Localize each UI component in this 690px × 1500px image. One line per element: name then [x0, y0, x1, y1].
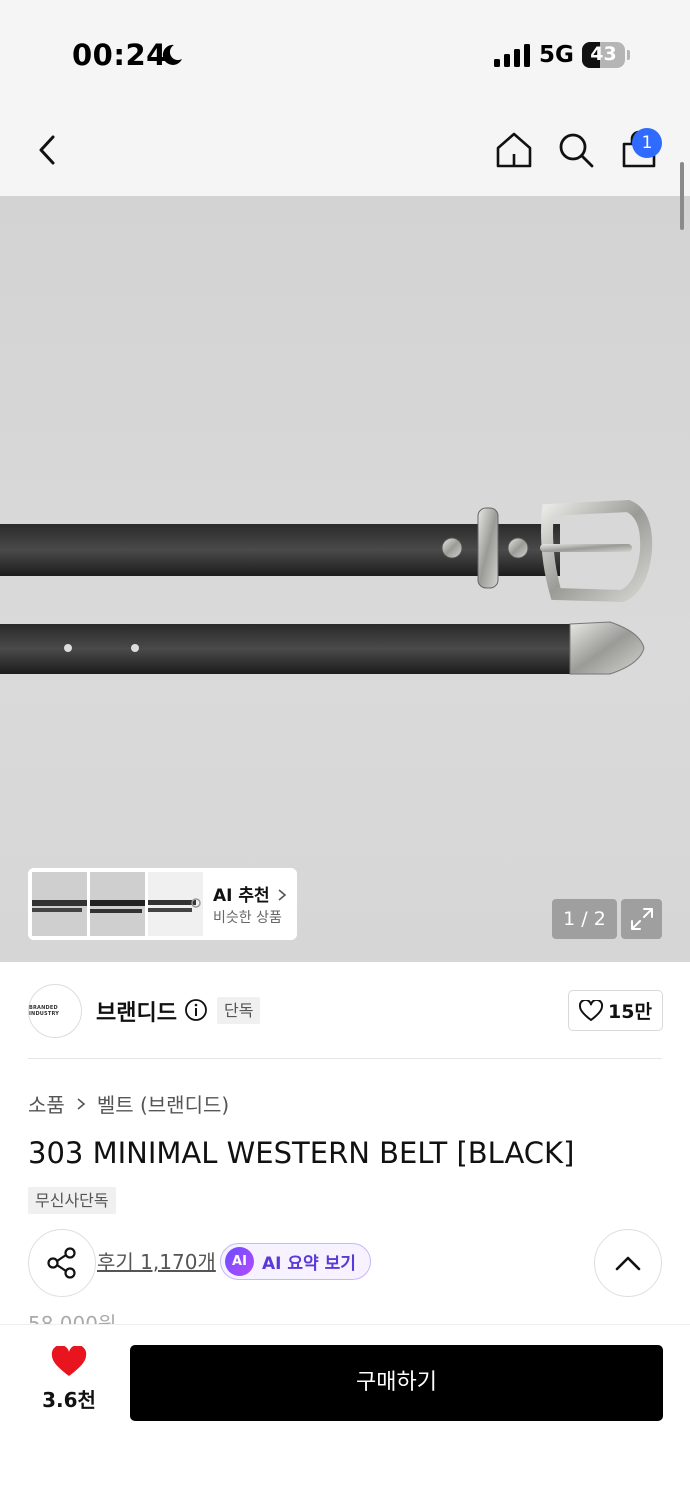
home-icon	[496, 132, 532, 168]
breadcrumb: 소품 벨트 (브랜디드)	[28, 1089, 229, 1118]
store-exclusive-badge: 무신사단독	[28, 1187, 116, 1214]
brand-like-count: 15만	[608, 1001, 652, 1023]
brand-like-button[interactable]: 15만	[568, 990, 663, 1031]
back-icon	[39, 135, 55, 165]
share-button[interactable]	[28, 1229, 96, 1297]
belt-image	[0, 499, 653, 675]
scrollbar[interactable]	[680, 162, 684, 230]
product-image[interactable]	[0, 196, 690, 962]
top-nav	[0, 100, 690, 196]
home-button[interactable]	[492, 128, 536, 172]
chevron-up-icon	[615, 1256, 641, 1271]
moon-icon	[162, 44, 182, 65]
status-bar: 00:24 5G 43	[0, 0, 690, 100]
ai-recommend-subtitle: 비슷한 상품	[213, 910, 282, 926]
cart-count-badge: 1	[632, 128, 662, 158]
back-button[interactable]	[26, 128, 70, 172]
share-icon	[47, 1247, 76, 1279]
recommend-thumbnail[interactable]	[90, 872, 145, 936]
battery-level: 43	[590, 43, 617, 65]
heart-icon	[51, 1346, 87, 1376]
info-icon[interactable]	[184, 998, 208, 1022]
heart-outline-icon	[579, 999, 604, 1021]
signal-icon	[494, 44, 530, 67]
expand-button[interactable]	[621, 899, 662, 939]
ai-recommend-title: AI 추천	[213, 881, 289, 906]
ai-summary-button[interactable]: AI AI 요약 보기	[220, 1243, 371, 1280]
recommend-thumbnail[interactable]	[148, 872, 203, 936]
brand-logo-text: BRANDED INDUSTRY	[29, 1005, 60, 1017]
brand-logo[interactable]: BRANDED INDUSTRY	[28, 984, 82, 1038]
scroll-top-button[interactable]	[594, 1229, 662, 1297]
chevron-right-icon	[278, 889, 286, 901]
breadcrumb-item[interactable]: 소품	[28, 1089, 65, 1118]
network-label: 5G	[539, 42, 574, 68]
wishlist-count: 3.6천	[42, 1388, 96, 1412]
divider	[28, 1058, 662, 1059]
product-title: 303 MINIMAL WESTERN BELT [BLACK]	[28, 1136, 575, 1170]
brand-name[interactable]: 브랜디드	[96, 995, 177, 1027]
battery-icon: 43	[582, 42, 630, 68]
ai-icon: AI	[225, 1247, 254, 1276]
recommend-thumbnail[interactable]	[32, 872, 87, 936]
wishlist-button[interactable]: 3.6천	[28, 1346, 110, 1422]
ai-recommend-card[interactable]: AI 추천 비슷한 상품	[28, 868, 297, 940]
ai-summary-label: AI 요약 보기	[262, 1254, 356, 1274]
exclusive-badge: 단독	[217, 997, 261, 1024]
expand-icon	[630, 908, 653, 930]
search-icon	[559, 133, 594, 168]
page-counter: 1 / 2	[552, 899, 617, 939]
status-time: 00:24	[72, 38, 167, 72]
breadcrumb-item[interactable]: 벨트 (브랜디드)	[97, 1089, 229, 1118]
review-link[interactable]: 후기 1,170개	[97, 1246, 216, 1275]
buy-button[interactable]: 구매하기	[130, 1345, 663, 1421]
search-button[interactable]	[554, 128, 598, 172]
chevron-right-icon	[77, 1097, 86, 1110]
